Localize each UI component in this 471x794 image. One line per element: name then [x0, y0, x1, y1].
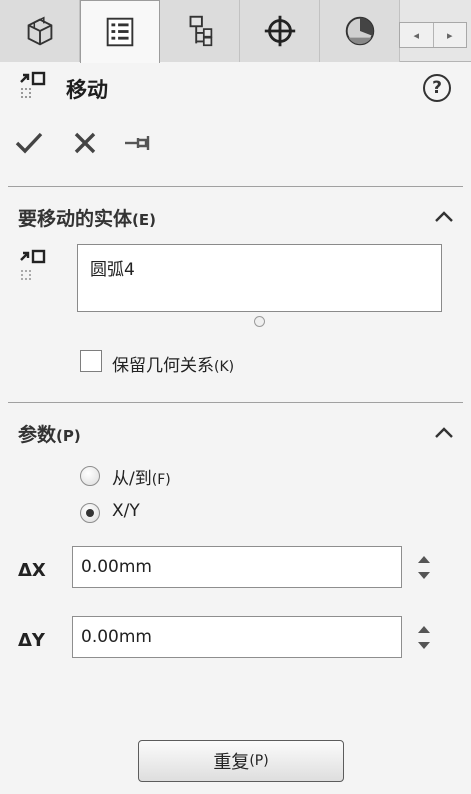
tab-configuration-manager[interactable] [160, 0, 240, 62]
spin-up-icon[interactable] [418, 556, 430, 563]
entities-section-label: 要移动的实体 [18, 208, 133, 230]
list-resize-handle[interactable] [254, 316, 265, 327]
tab-scroll-arrows: ◂ ▸ [399, 22, 467, 48]
entity-selection-icon [20, 249, 46, 280]
repeat-button[interactable]: 重复 (P) [138, 740, 344, 782]
pushpin-button[interactable] [122, 128, 152, 158]
from-to-text: 从/到 [112, 469, 152, 489]
params-section-hotkey: (P) [56, 427, 81, 445]
keep-relations-label: 保留几何关系(K) [112, 351, 234, 376]
cancel-x-icon [74, 132, 96, 154]
from-to-radio[interactable] [80, 466, 100, 486]
tab-feature-manager[interactable] [0, 0, 80, 62]
dimxpert-manager-icon [264, 15, 295, 47]
scroll-right-icon[interactable]: ▸ [432, 23, 467, 47]
tab-dimxpert-manager[interactable] [240, 0, 320, 62]
spin-up-icon[interactable] [418, 626, 430, 633]
entities-section-title[interactable]: 要移动的实体(E) [18, 204, 156, 231]
keep-relations-checkbox[interactable] [80, 350, 102, 372]
entities-list-box[interactable]: 圆弧4 [77, 244, 442, 312]
ok-check-icon [15, 132, 43, 154]
move-entities-icon [20, 71, 46, 98]
spin-down-icon[interactable] [418, 642, 430, 649]
list-item[interactable]: 圆弧4 [90, 255, 429, 280]
configuration-manager-icon [189, 15, 212, 47]
tab-display-manager[interactable] [320, 0, 400, 62]
params-section-title[interactable]: 参数(P) [18, 420, 81, 447]
keep-relations-text: 保留几何关系 [112, 356, 214, 376]
divider [8, 402, 463, 403]
tab-property-manager[interactable] [80, 0, 160, 63]
spin-down-icon[interactable] [418, 572, 430, 579]
from-to-label: 从/到(F) [112, 464, 171, 489]
entities-section-hotkey: (E) [132, 211, 156, 229]
delta-x-input[interactable]: 0.00mm [72, 546, 402, 588]
params-section-label: 参数 [18, 424, 57, 446]
delta-y-spinner[interactable] [412, 616, 438, 658]
display-manager-icon [345, 16, 374, 46]
collapse-params-icon[interactable] [433, 426, 455, 440]
help-icon[interactable]: ? [423, 74, 451, 102]
repeat-button-label: 重复 [213, 752, 250, 773]
page-title: 移动 [66, 78, 108, 102]
xy-radio[interactable] [80, 503, 100, 523]
delta-x-spinner[interactable] [412, 546, 438, 588]
property-manager-icon [106, 17, 134, 47]
xy-label: X/Y [112, 501, 140, 521]
divider [8, 186, 463, 187]
scroll-left-icon[interactable]: ◂ [400, 23, 433, 47]
delta-y-input[interactable]: 0.00mm [72, 616, 402, 658]
from-to-hotkey: (F) [151, 472, 171, 488]
keep-relations-hotkey: (K) [214, 359, 235, 375]
feature-manager-icon [27, 16, 52, 46]
cancel-button[interactable] [70, 128, 100, 158]
manager-tab-bar: ◂ ▸ [0, 0, 471, 63]
collapse-entities-icon[interactable] [433, 210, 455, 224]
ok-button[interactable] [14, 128, 44, 158]
delta-y-label: ΔY [18, 630, 45, 651]
pushpin-icon [125, 136, 150, 150]
repeat-button-hotkey: (P) [249, 753, 269, 769]
delta-x-label: ΔX [18, 560, 46, 581]
